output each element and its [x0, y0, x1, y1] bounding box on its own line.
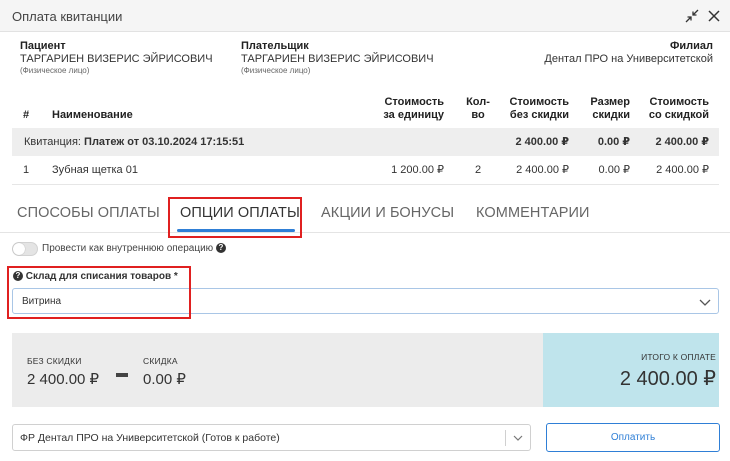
tab-promotions-bonuses[interactable]: АКЦИИ И БОНУСЫ — [321, 205, 454, 221]
payer-label: Плательщик — [241, 40, 309, 52]
select-divider — [505, 430, 506, 446]
internal-operation-toggle[interactable] — [12, 242, 38, 256]
total-value: 2 400.00 ₽ — [619, 368, 716, 390]
col-with-discount: Стоимость со скидкой — [648, 96, 709, 121]
fiscal-register-value: ФР Дентал ПРО на Университетской (Готов … — [20, 432, 280, 444]
row-qty: 2 — [474, 164, 482, 176]
row-with-discount: 2 400.00 ₽ — [656, 164, 709, 176]
col-unit-price: Стоимость за единицу — [383, 96, 444, 121]
patient-label: Пациент — [20, 40, 66, 52]
row-unit-price: 1 200.00 ₽ — [391, 164, 444, 176]
row-no-discount: 2 400.00 ₽ — [516, 164, 569, 176]
discount-value: 0.00 ₽ — [143, 371, 186, 388]
payer-type: (Физическое лицо) — [241, 66, 311, 75]
pay-button[interactable]: Оплатить — [546, 423, 720, 452]
toggle-knob — [13, 243, 25, 255]
branch-name: Дентал ПРО на Университетской — [544, 53, 713, 65]
no-discount-value: 2 400.00 ₽ — [27, 371, 100, 388]
highlight-box-tab — [168, 197, 302, 238]
row-name: Зубная щетка 01 — [52, 164, 138, 176]
receipt-no-discount: 2 400.00 ₽ — [515, 136, 569, 148]
total-label: ИТОГО К ОПЛАТЕ — [641, 352, 716, 362]
branch-label: Филиал — [669, 40, 713, 52]
col-discount: Размер скидки — [590, 96, 630, 121]
patient-info: Пациент ТАРГАРИЕН ВИЗЕРИС ЭЙРИСОВИЧ (Физ… — [20, 40, 213, 76]
chevron-down-icon — [699, 299, 711, 306]
payer-name: ТАРГАРИЕН ВИЗЕРИС ЭЙРИСОВИЧ — [241, 53, 434, 65]
tabs-divider — [0, 232, 730, 233]
close-icon[interactable] — [706, 8, 722, 24]
patient-type: (Физическое лицо) — [20, 66, 90, 75]
highlight-box-warehouse — [7, 266, 191, 319]
no-discount-label: БЕЗ СКИДКИ — [27, 356, 82, 366]
branch-info: Филиал Дентал ПРО на Университетской — [544, 40, 713, 66]
patient-name: ТАРГАРИЕН ВИЗЕРИС ЭЙРИСОВИЧ — [20, 53, 213, 65]
tab-comments[interactable]: КОММЕНТАРИИ — [476, 205, 590, 221]
collapse-icon[interactable] — [684, 8, 700, 24]
dialog-title: Оплата квитанции — [12, 9, 123, 24]
internal-operation-label: Провести как внутреннюю операцию ? — [42, 243, 226, 254]
receipt-with-discount: 2 400.00 ₽ — [655, 136, 709, 148]
row-num: 1 — [23, 164, 30, 176]
receipt-title: Квитанция: Платеж от 03.10.2024 17:15:51 — [24, 136, 245, 148]
row-discount: 0.00 ₽ — [598, 164, 630, 176]
payer-info: Плательщик ТАРГАРИЕН ВИЗЕРИС ЭЙРИСОВИЧ (… — [241, 40, 434, 76]
row-divider — [12, 184, 719, 185]
receipt-name: Платеж от 03.10.2024 17:15:51 — [84, 136, 245, 148]
discount-label: СКИДКА — [143, 356, 178, 366]
help-icon[interactable]: ? — [215, 243, 226, 254]
col-no-discount: Стоимость без скидки — [509, 96, 569, 121]
tab-payment-methods[interactable]: СПОСОБЫ ОПЛАТЫ — [17, 205, 160, 221]
dialog-titlebar: Оплата квитанции — [0, 0, 730, 32]
col-name: Наименование — [52, 109, 133, 121]
fiscal-register-select[interactable]: ФР Дентал ПРО на Университетской (Готов … — [12, 424, 531, 451]
chevron-down-icon — [513, 435, 523, 441]
col-qty: Кол-во — [466, 96, 490, 121]
col-num: # — [23, 109, 30, 121]
receipt-discount: 0.00 ₽ — [597, 136, 630, 148]
minus-icon — [116, 373, 128, 377]
